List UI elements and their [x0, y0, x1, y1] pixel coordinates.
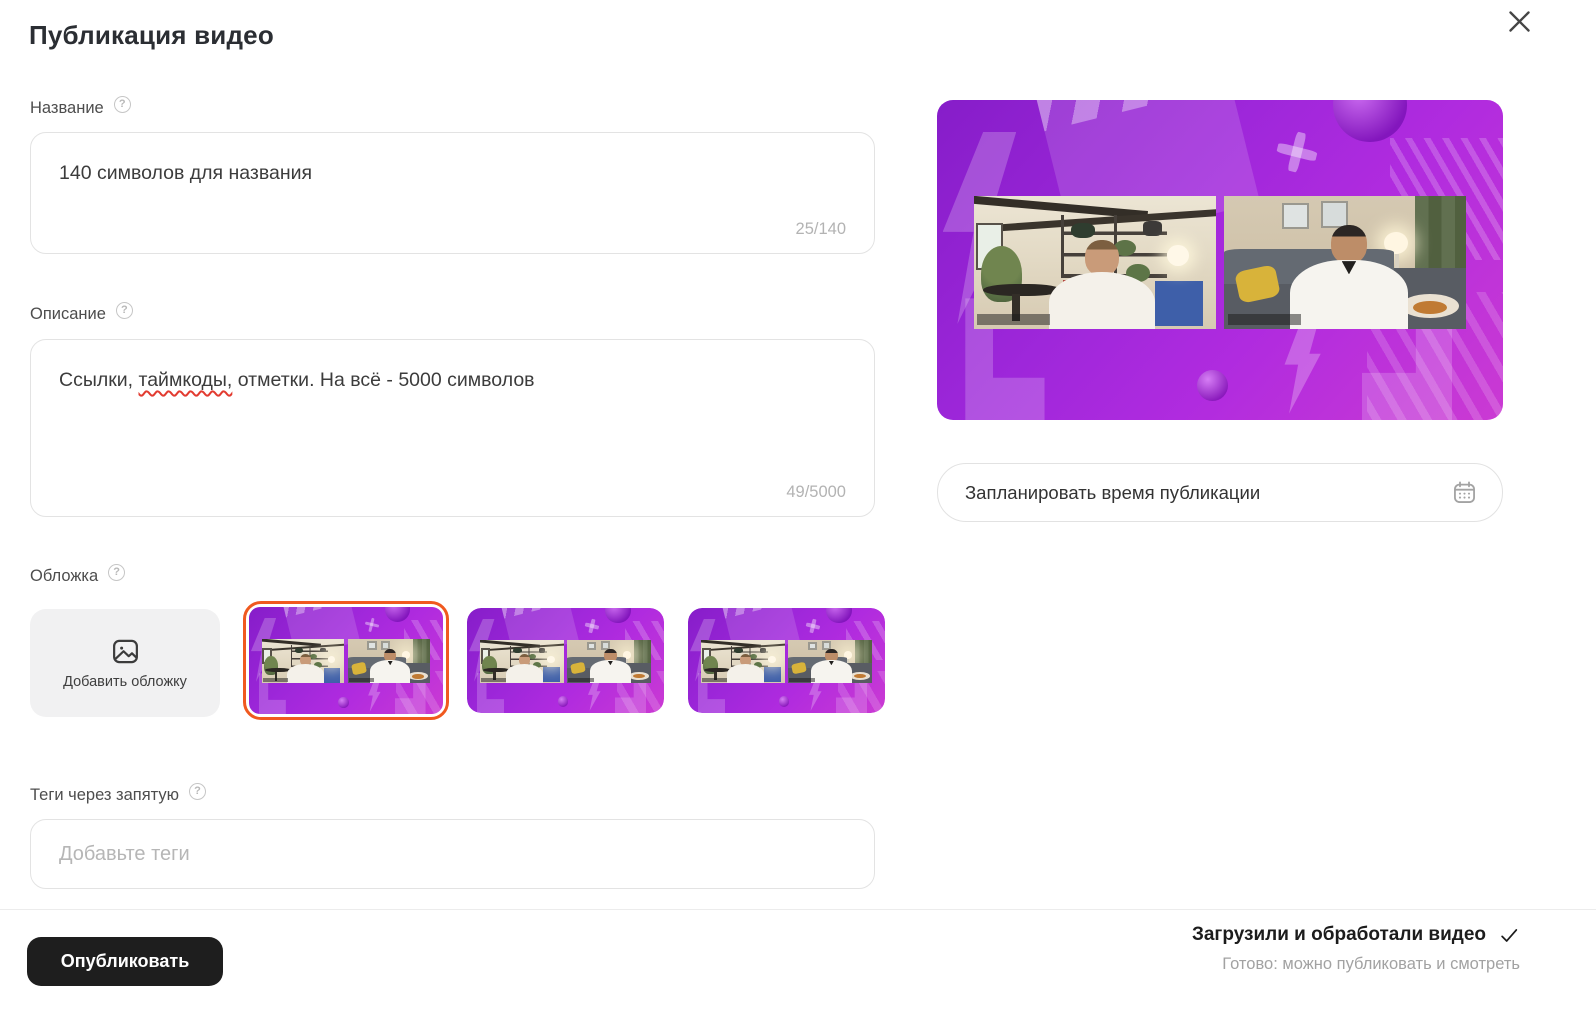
- upload-status: Загрузили и обработали видео Готово: мож…: [1192, 924, 1520, 974]
- cover-thumbnail-art: [467, 608, 664, 713]
- cover-thumbnail-art: [249, 607, 443, 714]
- status-title-text: Загрузили и обработали видео: [1191, 924, 1486, 945]
- name-tag: [1228, 313, 1301, 326]
- name-tag: [702, 678, 728, 682]
- person-right: [1330, 225, 1368, 264]
- close-icon: [1508, 10, 1530, 32]
- description-input-value: Ссылки, таймкоды, отметки. На всё - 5000…: [59, 369, 535, 391]
- name-tag: [481, 678, 507, 682]
- person-left: [1085, 239, 1119, 276]
- calendar-icon: [1454, 481, 1475, 503]
- video-frame-left: [479, 639, 564, 684]
- video-frame-right: [1224, 196, 1467, 329]
- video-call-frames: [479, 639, 652, 684]
- name-tag: [789, 678, 815, 682]
- name-tag: [262, 678, 288, 683]
- video-preview-art: [937, 100, 1503, 420]
- sphere-shape: [338, 696, 349, 708]
- title-label: Название: [30, 99, 104, 117]
- sphere-shape: [557, 695, 569, 707]
- help-icon[interactable]: ?: [189, 783, 207, 800]
- plus-shape: [1272, 128, 1320, 176]
- publish-button[interactable]: Опубликовать: [27, 937, 223, 986]
- video-frame-right: [567, 639, 652, 684]
- tags-label: Теги через запятую: [30, 786, 180, 804]
- schedule-label: Запланировать время публикации: [965, 481, 1261, 503]
- cover-thumbnail-1-selected[interactable]: [243, 601, 449, 720]
- help-icon[interactable]: ?: [108, 564, 126, 581]
- misspelled-word: таймкоды,: [138, 369, 233, 391]
- plus-shape: [364, 616, 380, 632]
- page-title: Публикация видео: [29, 20, 274, 50]
- cover-thumbnail-2[interactable]: [467, 608, 664, 713]
- check-icon: [1501, 929, 1518, 942]
- plus-shape: [805, 617, 822, 634]
- video-call-frames: [261, 639, 431, 684]
- tags-input-box: [30, 819, 875, 889]
- description-label-row: Описание ?: [30, 302, 133, 324]
- add-cover-button[interactable]: Добавить обложку: [30, 609, 220, 717]
- schedule-publication-button[interactable]: Запланировать время публикации: [937, 463, 1503, 522]
- description-label: Описание: [30, 305, 106, 323]
- tags-input[interactable]: [31, 820, 874, 888]
- status-subtitle-text: Готово: можно публиковать и смотреть: [1222, 955, 1520, 973]
- footer-divider: [0, 909, 1596, 910]
- video-call-frames: [700, 639, 873, 684]
- plus-shape: [584, 617, 601, 634]
- help-icon[interactable]: ?: [115, 302, 133, 319]
- name-tag: [568, 678, 594, 682]
- video-frame-right: [347, 639, 431, 684]
- video-frame-left: [700, 639, 785, 684]
- sphere-shape: [778, 695, 790, 707]
- cover-thumbnail-3[interactable]: [688, 608, 885, 713]
- title-label-row: Название ?: [30, 96, 131, 118]
- description-char-counter: 49/5000: [786, 483, 846, 501]
- cover-art: [467, 608, 664, 713]
- cover-label: Обложка: [30, 567, 99, 585]
- title-input-value: 140 символов для названия: [59, 162, 313, 184]
- name-tag: [977, 313, 1050, 326]
- video-call-frames: [973, 196, 1467, 329]
- video-frame-right: [788, 639, 873, 684]
- sphere-shape: [1333, 100, 1407, 142]
- video-frame-left: [973, 196, 1216, 329]
- close-button[interactable]: [1498, 0, 1540, 42]
- cover-thumbnail-art: [688, 608, 885, 713]
- cover-art: [937, 100, 1503, 420]
- name-tag: [348, 678, 374, 683]
- cover-art: [688, 608, 885, 713]
- cover-label-row: Обложка ?: [30, 564, 126, 586]
- video-frame-left: [261, 639, 345, 684]
- add-cover-label: Добавить обложку: [63, 674, 187, 690]
- description-input[interactable]: Ссылки, таймкоды, отметки. На всё - 5000…: [30, 339, 875, 517]
- tags-label-row: Теги через запятую ?: [30, 783, 207, 805]
- cover-art: [249, 607, 443, 714]
- help-icon[interactable]: ?: [113, 96, 131, 113]
- title-char-counter: 25/140: [795, 220, 846, 238]
- title-input[interactable]: 140 символов для названия 25/140: [30, 132, 875, 254]
- image-icon: [112, 639, 138, 664]
- video-preview: [937, 100, 1503, 420]
- sphere-shape: [1197, 369, 1229, 401]
